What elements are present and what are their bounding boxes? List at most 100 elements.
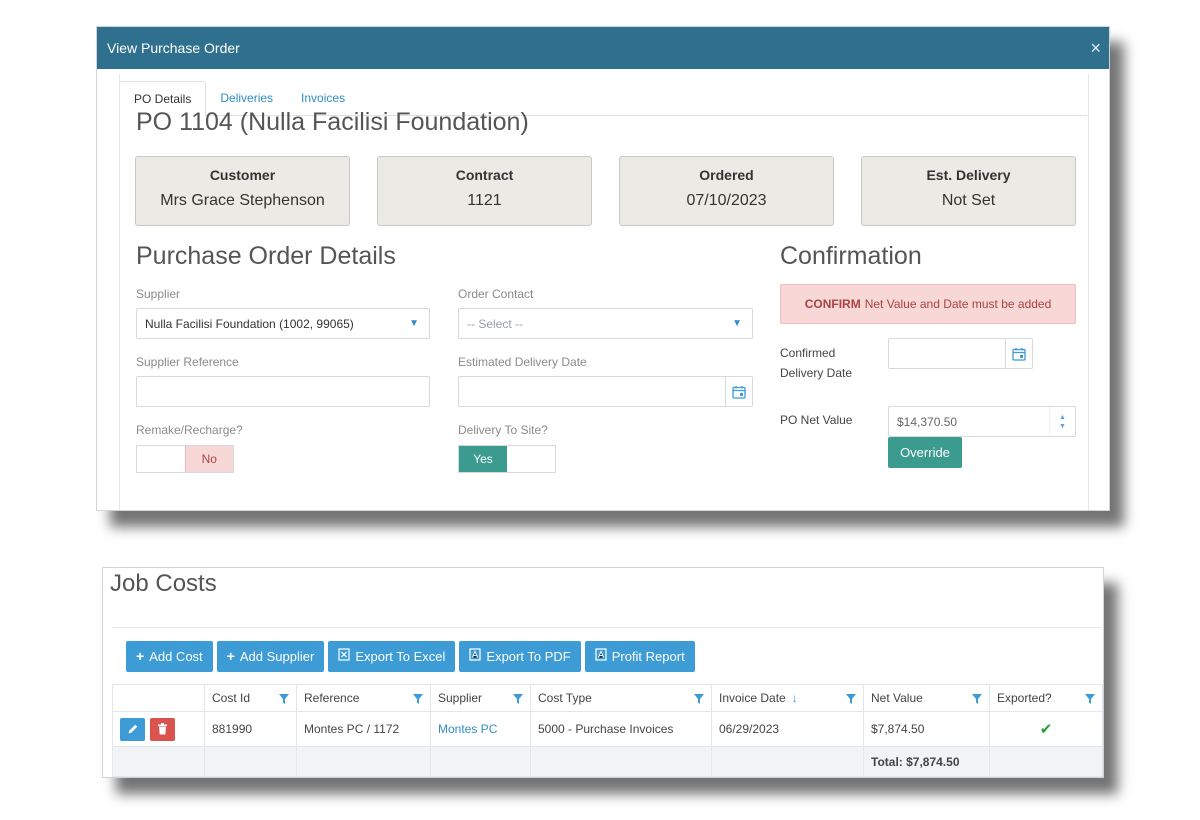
- cell-supplier: Montes PC: [430, 711, 531, 747]
- summary-value: Not Set: [941, 192, 996, 209]
- close-icon[interactable]: ×: [1090, 39, 1101, 57]
- export-pdf-button[interactable]: Export To PDF: [459, 640, 581, 672]
- column-header-cost-type[interactable]: Cost Type: [530, 684, 712, 712]
- filter-icon[interactable]: [1085, 693, 1095, 707]
- toggle-no-state: No: [184, 446, 233, 472]
- add-cost-label: Add Cost: [149, 648, 203, 664]
- toggle-yes-state: Yes: [459, 446, 507, 472]
- trash-icon: [158, 723, 168, 735]
- filter-icon[interactable]: [513, 693, 523, 707]
- order-contact-placeholder: -- Select --: [467, 316, 524, 331]
- profit-report-button[interactable]: Profit Report: [584, 640, 695, 672]
- cell-net-value: $7,874.50: [863, 711, 990, 747]
- summary-card-contract: Contract 1121: [377, 156, 592, 226]
- confirmation-heading: Confirmation: [780, 242, 922, 270]
- est-delivery-date-input[interactable]: [458, 376, 753, 407]
- confirm-alert: CONFIRM Net Value and Date must be added: [780, 284, 1076, 324]
- sort-down-icon[interactable]: ↓: [792, 691, 798, 705]
- add-supplier-label: Add Supplier: [239, 648, 315, 664]
- total-net-value: Total: $7,874.50: [863, 746, 990, 777]
- cell-exported: ✔: [989, 711, 1103, 747]
- supplier-reference-input[interactable]: [136, 376, 430, 407]
- supplier-reference-label: Supplier Reference: [136, 355, 239, 369]
- total-empty-cell: [112, 746, 205, 777]
- summary-card-est-delivery: Est. Delivery Not Set: [861, 156, 1076, 226]
- summary-value: 1121: [467, 192, 502, 209]
- column-header-actions: [112, 684, 205, 712]
- po-details-panel: PO 1104 (Nulla Facilisi Foundation) Cust…: [119, 74, 1089, 510]
- table-header-row: Cost Id Reference Supplier Cost Type Inv…: [112, 684, 1103, 712]
- summary-card-ordered: Ordered 07/10/2023: [619, 156, 834, 226]
- total-empty-cell: [296, 746, 431, 777]
- filter-icon[interactable]: [694, 693, 704, 707]
- supplier-link[interactable]: Montes PC: [438, 722, 497, 736]
- filter-icon[interactable]: [413, 693, 423, 707]
- order-contact-select[interactable]: -- Select -- ▼: [458, 308, 753, 339]
- total-empty-cell: [430, 746, 531, 777]
- summary-label: Ordered: [699, 167, 754, 183]
- delivery-to-site-label: Delivery To Site?: [458, 423, 548, 437]
- edit-button[interactable]: [120, 717, 145, 741]
- alert-text: Net Value and Date must be added: [864, 297, 1052, 311]
- purchase-order-window: View Purchase Order × PO Details Deliver…: [96, 26, 1110, 511]
- filter-icon[interactable]: [972, 693, 982, 707]
- page-title: PO 1104 (Nulla Facilisi Foundation): [136, 108, 529, 136]
- plus-icon: +: [226, 648, 235, 664]
- summary-label: Est. Delivery: [926, 167, 1011, 183]
- table-row: 881990 Montes PC / 1172 Montes PC 5000 -…: [112, 711, 1103, 747]
- column-header-invoice-date[interactable]: Invoice Date ↓: [711, 684, 864, 712]
- column-header-exported[interactable]: Exported?: [989, 684, 1103, 712]
- po-window-title: View Purchase Order: [107, 40, 240, 56]
- calendar-icon[interactable]: [725, 377, 752, 406]
- filter-icon[interactable]: [846, 693, 856, 707]
- column-header-supplier[interactable]: Supplier: [430, 684, 531, 712]
- delivery-to-site-toggle[interactable]: Yes: [458, 445, 556, 473]
- job-costs-table: Cost Id Reference Supplier Cost Type Inv…: [112, 684, 1103, 777]
- cell-invoice-date: 06/29/2023: [711, 711, 864, 747]
- add-supplier-button[interactable]: + Add Supplier: [216, 640, 325, 672]
- total-empty-cell: [530, 746, 712, 777]
- total-empty-cell: [711, 746, 864, 777]
- delete-button[interactable]: [150, 717, 176, 741]
- cell-cost-id: 881990: [204, 711, 297, 747]
- column-header-cost-id[interactable]: Cost Id: [204, 684, 297, 712]
- est-delivery-date-label: Estimated Delivery Date: [458, 355, 587, 369]
- job-costs-toolbar: + Add Cost + Add Supplier Export To Exce…: [112, 627, 1102, 684]
- total-empty-cell: [204, 746, 297, 777]
- export-pdf-label: Export To PDF: [486, 648, 571, 664]
- row-actions: [112, 711, 205, 747]
- details-heading: Purchase Order Details: [136, 242, 396, 270]
- summary-card-customer: Customer Mrs Grace Stephenson: [135, 156, 350, 226]
- po-net-value: $14,370.50: [897, 414, 958, 429]
- export-excel-label: Export To Excel: [355, 648, 446, 664]
- confirmed-delivery-date-input[interactable]: [888, 338, 1033, 369]
- number-spinner-icon[interactable]: ▲ ▼: [1049, 407, 1075, 436]
- summary-value: Mrs Grace Stephenson: [160, 192, 325, 209]
- pdf-icon: [469, 648, 482, 664]
- summary-value: 07/10/2023: [686, 192, 767, 209]
- remake-recharge-label: Remake/Recharge?: [136, 423, 243, 437]
- caret-down-icon: ▼: [409, 318, 419, 329]
- table-total-row: Total: $7,874.50: [112, 746, 1103, 777]
- remake-recharge-toggle[interactable]: No: [136, 445, 234, 473]
- po-titlebar: View Purchase Order ×: [97, 27, 1109, 69]
- cell-cost-type: 5000 - Purchase Invoices: [530, 711, 712, 747]
- filter-icon[interactable]: [279, 693, 289, 707]
- calendar-icon[interactable]: [1005, 339, 1032, 368]
- override-button[interactable]: Override: [888, 437, 962, 468]
- supplier-select[interactable]: Nulla Facilisi Foundation (1002, 99065) …: [136, 308, 430, 339]
- add-cost-button[interactable]: + Add Cost: [126, 640, 213, 672]
- profit-report-label: Profit Report: [611, 648, 685, 664]
- order-contact-label: Order Contact: [458, 287, 534, 301]
- po-net-value-input[interactable]: $14,370.50 ▲ ▼: [888, 406, 1076, 437]
- confirmed-delivery-date-label: Confirmed Delivery Date: [780, 346, 853, 380]
- job-costs-panel: Job Costs + Add Cost + Add Supplier Expo…: [102, 567, 1104, 778]
- export-excel-button[interactable]: Export To Excel: [328, 640, 456, 672]
- excel-icon: [338, 648, 350, 664]
- job-costs-title: Job Costs: [110, 570, 217, 597]
- column-header-reference[interactable]: Reference: [296, 684, 431, 712]
- supplier-select-value: Nulla Facilisi Foundation (1002, 99065): [145, 316, 354, 331]
- summary-label: Customer: [209, 167, 276, 183]
- toggle-off-slot: [137, 446, 185, 472]
- column-header-net-value[interactable]: Net Value: [863, 684, 990, 712]
